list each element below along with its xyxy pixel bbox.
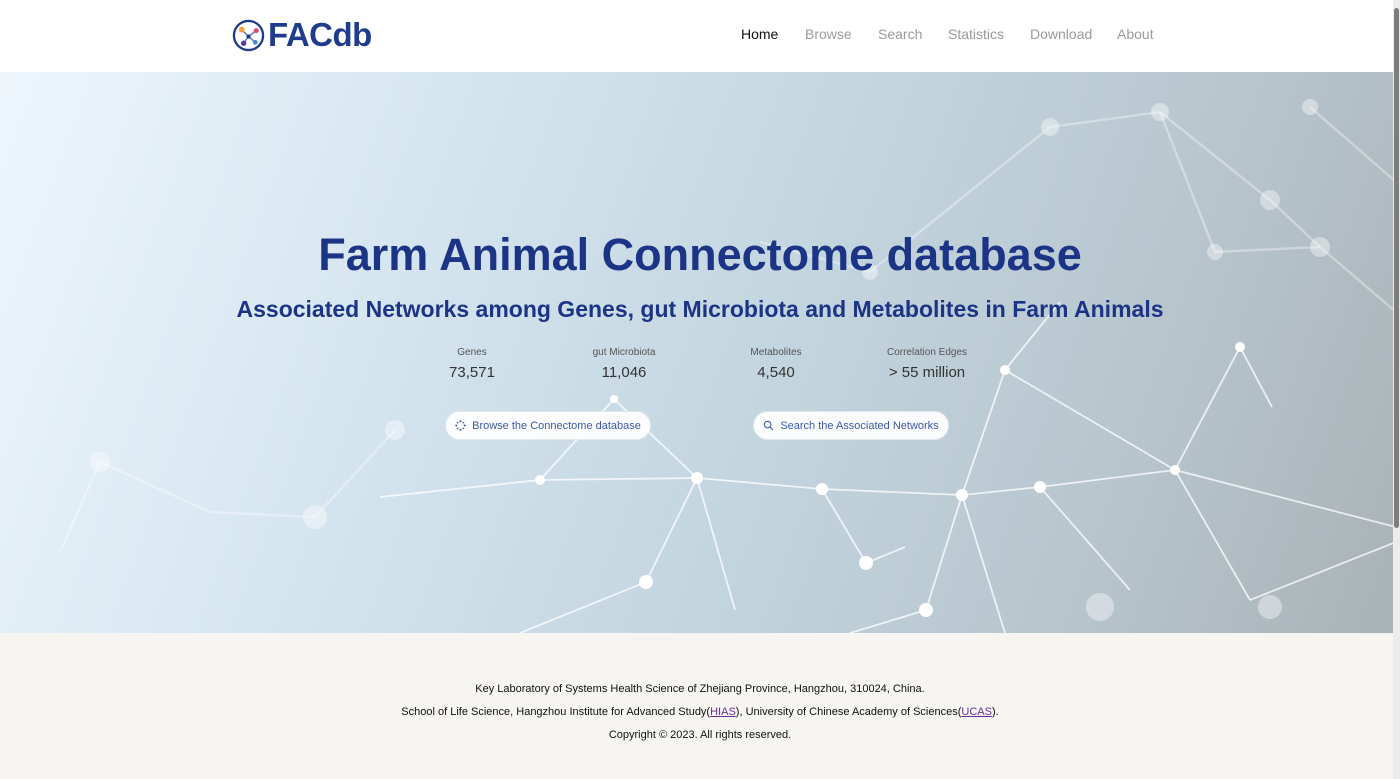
footer-affiliation: School of Life Science, Hangzhou Institu…: [0, 706, 1400, 718]
main-nav: Home Browse Search Statistics Download A…: [0, 26, 1400, 46]
stat-metabolites: Metabolites 4,540: [711, 347, 841, 381]
browse-button-label: Browse the Connectome database: [472, 419, 641, 432]
stat-value: 4,540: [757, 364, 795, 381]
stat-label: Metabolites: [750, 347, 802, 358]
footer-text: ).: [991, 706, 999, 718]
top-navbar: FACdb Home Browse Search Statistics Down…: [0, 0, 1400, 72]
stat-correlation-edges: Correlation Edges > 55 million: [862, 347, 992, 381]
search-icon: [764, 420, 774, 431]
hero-subtitle: Associated Networks among Genes, gut Mic…: [236, 296, 1164, 322]
stat-genes: Genes 73,571: [407, 347, 537, 381]
network-background-image: [58, 99, 1396, 633]
nav-download[interactable]: Download: [1030, 26, 1092, 42]
hero-title: Farm Animal Connectome database: [318, 229, 1082, 280]
footer-text: School of Life Science, Hangzhou Institu…: [401, 706, 711, 718]
nav-statistics[interactable]: Statistics: [948, 26, 1004, 42]
page-footer: Key Laboratory of Systems Health Science…: [0, 633, 1393, 779]
stat-label: gut Microbiota: [592, 347, 656, 358]
search-button-label: Search the Associated Networks: [780, 419, 939, 432]
stat-value: > 55 million: [888, 364, 966, 381]
hias-link[interactable]: HIAS: [710, 706, 736, 718]
nav-browse[interactable]: Browse: [805, 26, 852, 42]
footer-text: ), University of Chinese Academy of Scie…: [735, 706, 962, 718]
stat-value: 11,046: [601, 364, 647, 381]
stat-gut-microbiota: gut Microbiota 11,046: [559, 347, 689, 381]
stat-label: Genes: [457, 347, 487, 358]
nav-home[interactable]: Home: [741, 26, 778, 42]
search-networks-button[interactable]: Search the Associated Networks: [753, 411, 949, 440]
nav-about[interactable]: About: [1117, 26, 1154, 42]
loading-dots-icon: [455, 420, 466, 431]
hero-banner: Farm Animal Connectome database Associat…: [0, 72, 1396, 633]
nav-search[interactable]: Search: [878, 26, 922, 42]
stat-label: Correlation Edges: [886, 347, 968, 358]
footer-address: Key Laboratory of Systems Health Science…: [475, 683, 925, 695]
stat-value: 73,571: [449, 364, 495, 381]
footer-copyright: Copyright © 2023. All rights reserved.: [608, 729, 792, 741]
browse-connectome-button[interactable]: Browse the Connectome database: [445, 411, 651, 440]
ucas-link[interactable]: UCAS: [961, 706, 992, 718]
scrollbar-thumb[interactable]: [1394, 8, 1399, 528]
